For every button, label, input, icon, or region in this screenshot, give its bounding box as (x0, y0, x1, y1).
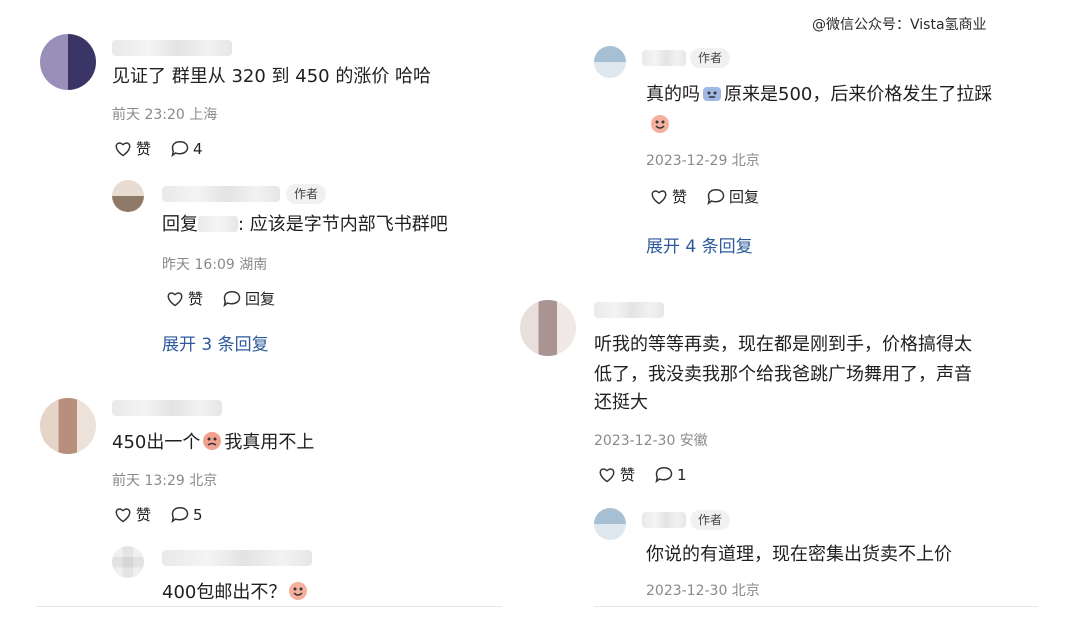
watermark: @微信公众号：Vista氢商业 (812, 17, 987, 33)
reply-text: 回复 : 应该是字节内部飞书群吧 (162, 212, 448, 238)
username-blurred[interactable] (112, 400, 222, 416)
avatar[interactable] (594, 508, 626, 540)
username-blurred[interactable] (594, 302, 664, 318)
comment-text-part2: 我真用不上 (224, 432, 315, 453)
comment-bubble-icon (655, 466, 673, 483)
reply-meta: 2023-12-29 北京 (646, 153, 760, 169)
comment-text-line1: 听我的等等再卖，现在都是刚到手，价格搞得太 (594, 334, 972, 355)
username-blurred[interactable] (162, 550, 312, 566)
heart-icon (599, 467, 615, 482)
reply-actions: 赞 回复 (650, 186, 779, 207)
reply-text-part1: 真的吗 (646, 84, 700, 105)
comment-bubble-icon (171, 506, 189, 523)
reply-label: 回复 (245, 290, 276, 308)
mention-blurred[interactable] (198, 216, 238, 232)
comment-meta: 前天 13:29 北京 (112, 473, 218, 489)
reply-text: 真的吗 原来是500，后来价格发生了拉踩 (646, 82, 992, 108)
heart-icon (651, 189, 667, 204)
avatar[interactable] (112, 546, 144, 578)
crying-face-emoji-icon (203, 432, 222, 450)
expand-replies-link[interactable]: 展开 3 条回复 (162, 330, 269, 355)
comment-bubble-icon (707, 188, 725, 205)
avatar[interactable] (40, 34, 96, 90)
reply-text-part2: 原来是500，后来价格发生了拉踩 (724, 84, 993, 105)
author-tag: 作者 (690, 48, 731, 68)
username-blurred[interactable] (642, 512, 686, 528)
comment-actions: 赞 5 (114, 504, 223, 525)
like-button[interactable]: 赞 (114, 138, 151, 159)
like-label: 赞 (136, 140, 152, 158)
reply-meta: 昨天 16:09 湖南 (162, 257, 268, 273)
divider (594, 606, 1038, 607)
comment-bubble-icon (171, 140, 189, 157)
heart-icon (115, 141, 131, 156)
reply-meta: 2023-12-30 北京 (646, 583, 760, 599)
reply-button[interactable]: 回复 (223, 288, 275, 309)
avatar[interactable] (40, 398, 96, 454)
heart-icon (115, 507, 131, 522)
author-tag: 作者 (286, 184, 327, 204)
reply-text: 你说的有道理，现在密集出货卖不上价 (646, 544, 952, 565)
reply-body: 400包邮出不？ (162, 582, 287, 603)
like-label: 赞 (136, 506, 152, 524)
reply-body: : 应该是字节内部飞书群吧 (238, 214, 448, 235)
reply-count-button[interactable]: 4 (171, 140, 203, 158)
author-tag: 作者 (690, 510, 731, 530)
reply-actions: 赞 回复 (166, 288, 295, 309)
username-blurred[interactable] (642, 50, 686, 66)
reply-count: 5 (193, 505, 203, 524)
smiling-face-emoji-icon (651, 115, 669, 133)
like-label: 赞 (188, 290, 204, 308)
reply-label: 回复 (729, 188, 760, 206)
username-blurred[interactable] (112, 40, 232, 56)
comment-text: 见证了 群里从 320 到 450 的涨价 哈哈 (112, 66, 432, 87)
smiling-face-emoji-icon (289, 582, 308, 600)
comment-actions: 赞 1 (598, 464, 707, 485)
avatar[interactable] (520, 300, 576, 356)
like-button[interactable]: 赞 (598, 464, 635, 485)
heart-icon (167, 291, 183, 306)
comment-actions: 赞 4 (114, 138, 223, 159)
reply-count-button[interactable]: 5 (171, 506, 203, 524)
comment-text-line3: 还挺大 (594, 392, 648, 413)
like-label: 赞 (672, 188, 688, 206)
comment-meta: 2023-12-30 安徽 (594, 433, 708, 449)
avatar[interactable] (594, 46, 626, 78)
like-button[interactable]: 赞 (166, 288, 203, 309)
reply-count: 4 (193, 139, 203, 158)
username-blurred[interactable] (162, 186, 280, 202)
divider (36, 606, 502, 607)
reply-button[interactable]: 回复 (707, 186, 759, 207)
reply-prefix: 回复 (162, 214, 198, 235)
like-button[interactable]: 赞 (114, 504, 151, 525)
comment-text-part1: 450出一个 (112, 432, 201, 453)
reply-count: 1 (677, 465, 687, 484)
like-label: 赞 (620, 466, 636, 484)
face-emoji-icon (703, 87, 721, 101)
comment-meta: 前天 23:20 上海 (112, 107, 218, 123)
like-button[interactable]: 赞 (650, 186, 687, 207)
comment-text: 450出一个 我真用不上 (112, 430, 314, 456)
comment-bubble-icon (223, 290, 241, 307)
comment-text-line2: 低了，我没卖我那个给我爸跳广场舞用了，声音 (594, 364, 972, 385)
reply-count-button[interactable]: 1 (655, 466, 687, 484)
reply-text: 400包邮出不？ (162, 580, 310, 606)
avatar[interactable] (112, 180, 144, 212)
expand-replies-link[interactable]: 展开 4 条回复 (646, 232, 753, 257)
